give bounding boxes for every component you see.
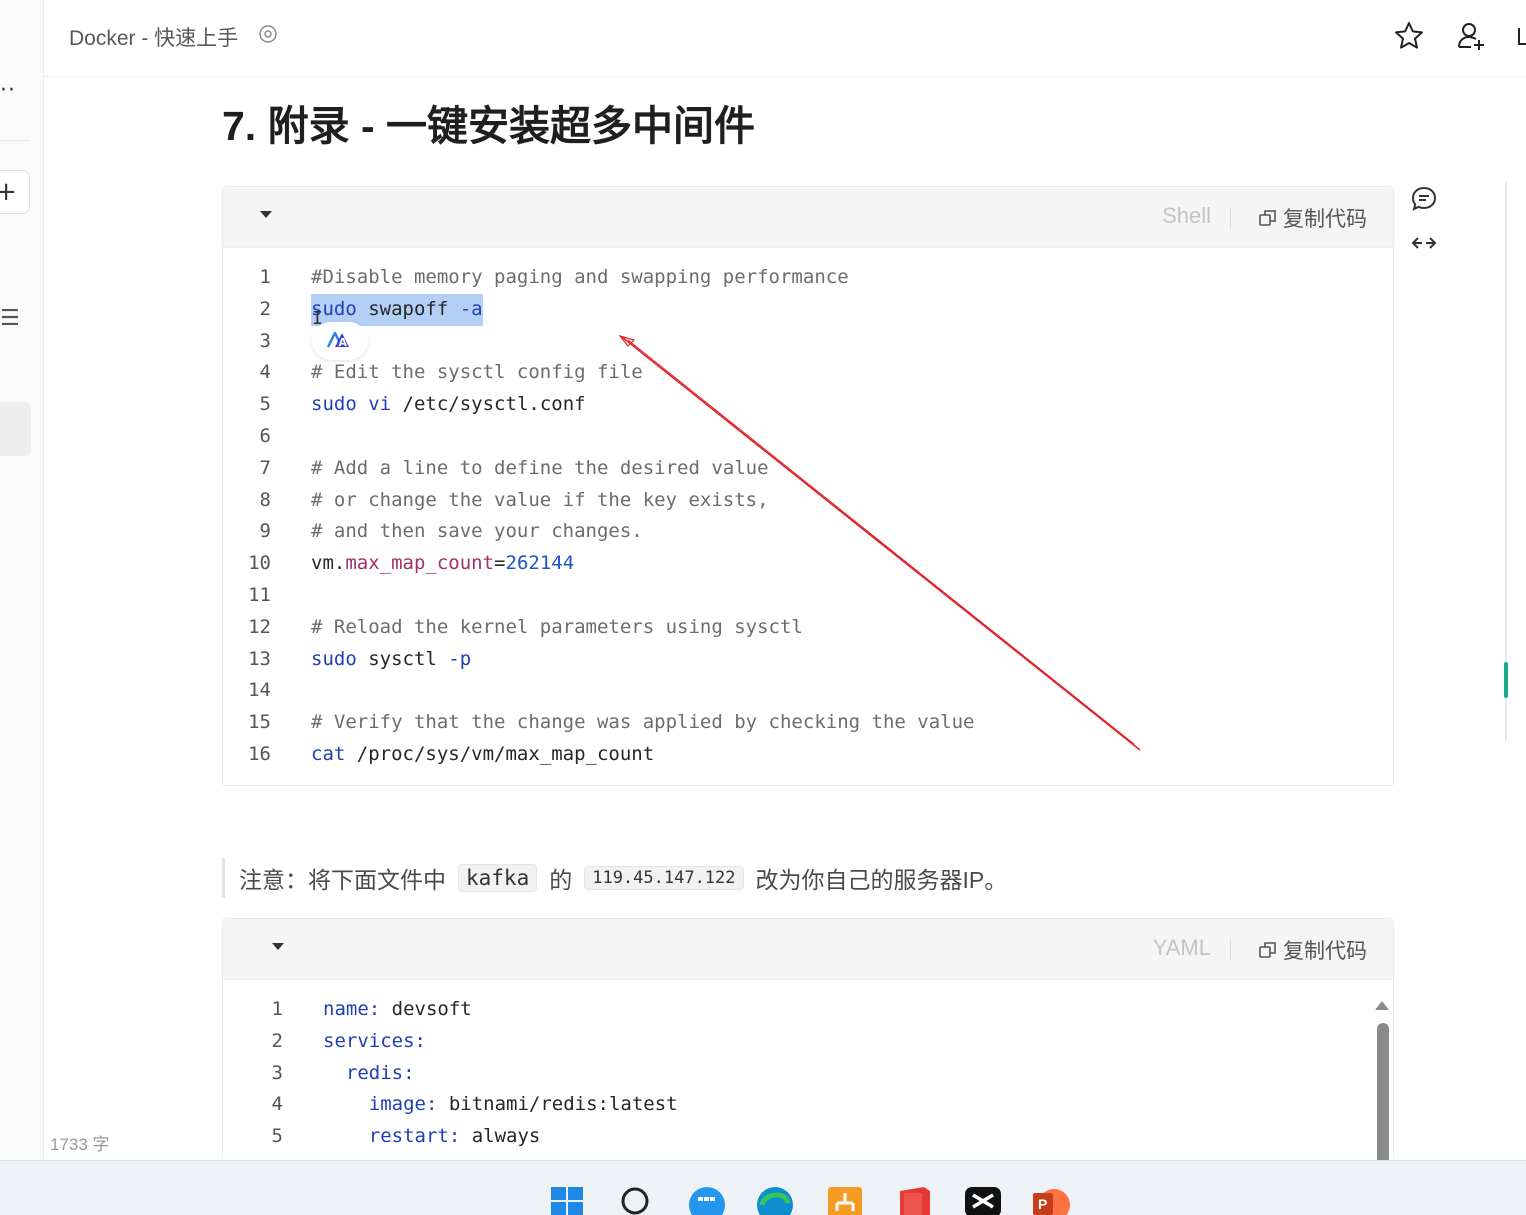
code-line: 3 redis: xyxy=(271,1061,415,1084)
inline-code-kafka: kafka xyxy=(458,864,538,892)
note-prefix: 注意：将下面文件中 xyxy=(239,867,446,893)
code-line: 2 sudo swapoff -a xyxy=(223,293,1393,326)
caret-down-icon[interactable] xyxy=(260,211,272,218)
inline-code-ip: 119.45.147.122 xyxy=(584,866,744,890)
comment-icon[interactable] xyxy=(1410,185,1438,213)
code-body[interactable]: 1 name: devsoft 2 services: 3 redis: 4 ima… xyxy=(223,994,1393,1153)
code-block-yaml: YAML 复制代码 1 name: devsoft 2 services: 3 re… xyxy=(222,918,1394,1161)
doc-header: Docker - 快速上手 xyxy=(44,0,1526,77)
star-icon[interactable] xyxy=(1393,20,1425,52)
code-line: 11 xyxy=(248,583,271,606)
code-line: 5 sudo vi /etc/sysctl.conf xyxy=(259,393,586,416)
docker-icon[interactable] xyxy=(688,1183,726,1215)
capcut-icon[interactable] xyxy=(964,1183,1002,1215)
code-line: 7 # Add a line to define the desired valu… xyxy=(259,456,769,479)
taskbar: P xyxy=(0,1160,1526,1215)
code-block-header: YAML 复制代码 xyxy=(223,919,1393,980)
more-icon[interactable]: ·· xyxy=(0,78,16,103)
page-scroll-thumb[interactable] xyxy=(1504,662,1508,698)
settings-icon[interactable] xyxy=(258,24,278,44)
add-user-icon[interactable] xyxy=(1455,20,1487,52)
powerpoint-icon[interactable]: P xyxy=(1032,1183,1070,1215)
code-block-shell: Shell 复制代码 1 #Disable memory paging and s… xyxy=(222,186,1394,786)
caret-down-icon[interactable] xyxy=(272,943,284,950)
copy-code-button[interactable]: 复制代码 xyxy=(1259,935,1367,965)
app-icon[interactable] xyxy=(826,1183,864,1215)
code-body[interactable]: 1 #Disable memory paging and swapping per… xyxy=(223,262,1393,771)
left-sidebar: ·· + ☰ xyxy=(0,0,44,1160)
copy-icon xyxy=(1259,210,1276,226)
share-icon[interactable] xyxy=(1516,20,1526,52)
selected-text: sudo swapoff -a xyxy=(311,293,483,326)
code-line: 3 xyxy=(259,329,271,352)
code-line: 14 xyxy=(248,679,271,702)
page-scroll-track[interactable] xyxy=(1505,182,1507,742)
windows-start-icon[interactable] xyxy=(549,1183,587,1215)
code-block-header: Shell 复制代码 xyxy=(223,187,1393,248)
code-line: 6 xyxy=(259,424,271,447)
sidebar-active-item[interactable] xyxy=(0,402,31,456)
copy-code-label: 复制代码 xyxy=(1283,208,1367,231)
book-icon[interactable] xyxy=(896,1183,934,1215)
doc-title: Docker - 快速上手 xyxy=(69,27,239,50)
translate-button[interactable]: A xyxy=(312,322,368,360)
sidebar-divider xyxy=(0,140,30,141)
copy-code-button[interactable]: 复制代码 xyxy=(1259,203,1367,233)
search-icon[interactable] xyxy=(617,1183,655,1215)
translate-icon: A xyxy=(326,331,349,349)
code-line: 13 sudo sysctl -p xyxy=(248,647,472,670)
code-line: 4 # Edit the sysctl config file xyxy=(259,361,643,384)
code-line: 5 restart: always xyxy=(271,1125,541,1148)
header-divider xyxy=(1230,207,1231,229)
code-language-label[interactable]: Shell xyxy=(1162,203,1211,229)
code-language-label[interactable]: YAML xyxy=(1153,935,1211,961)
section-heading: 7. 附录 - 一键安装超多中间件 xyxy=(222,103,756,149)
code-line: 1 name: devsoft xyxy=(271,998,472,1020)
code-line: 8 # or change the value if the key exists… xyxy=(259,488,769,511)
note-suffix: 改为你自己的服务器IP。 xyxy=(755,867,1008,893)
code-line: 10 vm.max_map_count=262144 xyxy=(248,552,575,575)
list-icon[interactable]: ☰ xyxy=(0,306,20,331)
edge-icon[interactable] xyxy=(756,1183,794,1215)
code-line: 4 image: bitnami/redis:latest xyxy=(271,1093,678,1116)
copy-icon xyxy=(1259,942,1276,958)
plus-icon[interactable]: + xyxy=(0,170,30,214)
scroll-up-icon[interactable] xyxy=(1375,1001,1389,1010)
code-scroll-thumb[interactable] xyxy=(1377,1023,1389,1161)
expand-icon[interactable] xyxy=(1410,232,1438,254)
code-line: 2 services: xyxy=(271,1029,426,1052)
copy-code-label: 复制代码 xyxy=(1283,940,1367,963)
header-divider xyxy=(1230,939,1231,961)
code-line: 16 cat /proc/sys/vm/max_map_count xyxy=(248,742,655,765)
note-callout: 注意：将下面文件中 kafka 的 119.45.147.122 改为你自己的服… xyxy=(222,858,1007,898)
word-count: 1733 字 xyxy=(50,1135,110,1154)
code-line: 15 # Verify that the change was applied b… xyxy=(248,711,975,734)
note-middle: 的 xyxy=(549,867,573,893)
svg-text:A: A xyxy=(339,336,348,349)
code-line: 12 # Reload the kernel parameters using s… xyxy=(248,615,803,638)
code-line: 1 #Disable memory paging and swapping per… xyxy=(259,266,849,288)
code-line: 9 # and then save your changes. xyxy=(259,520,643,543)
svg-text:P: P xyxy=(1038,1196,1047,1212)
